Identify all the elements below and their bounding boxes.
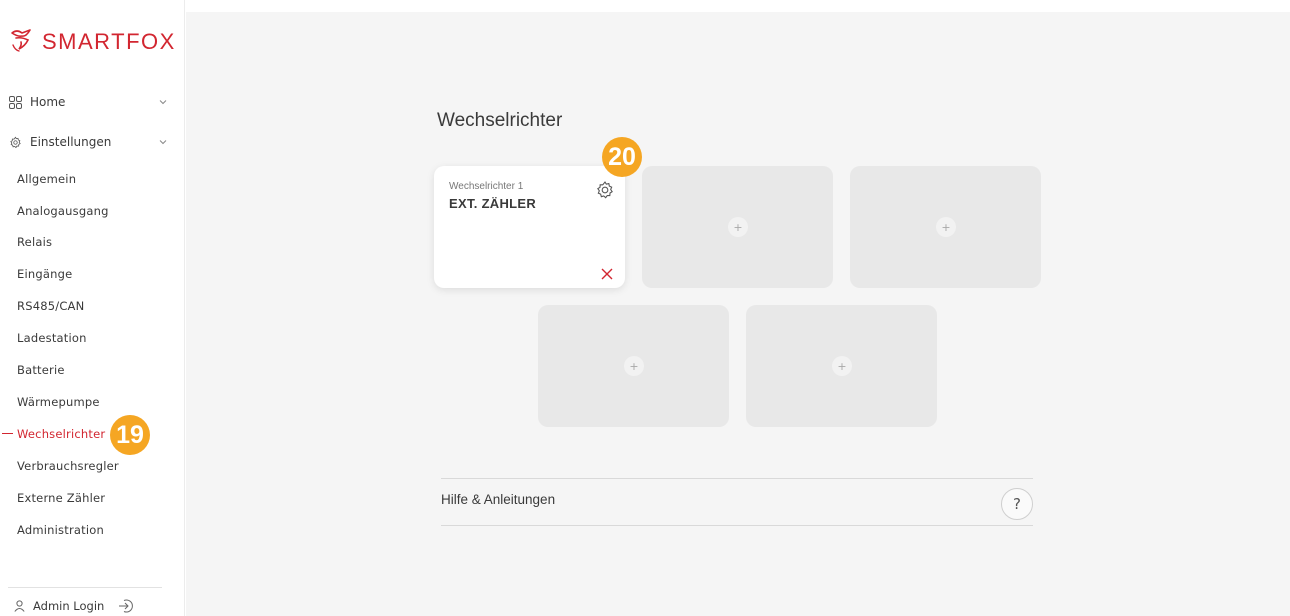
add-inverter-card[interactable]: +: [538, 305, 729, 427]
plus-icon: +: [728, 217, 748, 237]
sidebar: SMARTFOX Home Einstellungen Allgemein An…: [0, 0, 185, 616]
card-device-name: EXT. ZÄHLER: [449, 196, 537, 211]
sidebar-item-administration[interactable]: Administration: [17, 521, 104, 539]
chevron-down-icon: [158, 136, 168, 146]
inverter-card-1[interactable]: Wechselrichter 1 EXT. ZÄHLER: [434, 166, 625, 288]
nav-settings[interactable]: Einstellungen: [8, 129, 170, 155]
delete-close-icon[interactable]: [601, 265, 613, 280]
brand-name: SMARTFOX: [42, 29, 176, 54]
plus-icon: +: [832, 356, 852, 376]
step-badge-20: 20: [602, 137, 642, 177]
sidebar-item-allgemein[interactable]: Allgemein: [17, 170, 76, 188]
grid-icon: [8, 95, 22, 109]
card-subtitle: Wechselrichter 1: [449, 181, 524, 192]
nav-home[interactable]: Home: [8, 89, 170, 115]
sidebar-item-wechselrichter[interactable]: Wechselrichter: [17, 425, 105, 443]
plus-icon: +: [936, 217, 956, 237]
login-icon[interactable]: [118, 598, 134, 614]
sidebar-item-relais[interactable]: Relais: [17, 233, 52, 251]
page-title: Wechselrichter: [437, 110, 563, 131]
sidebar-item-analogausgang[interactable]: Analogausgang: [17, 202, 109, 220]
user-icon: [14, 600, 25, 612]
nav-home-label: Home: [30, 95, 66, 109]
plus-icon: +: [624, 356, 644, 376]
fox-logo-icon: [8, 27, 36, 57]
sidebar-item-rs485-can[interactable]: RS485/CAN: [17, 297, 84, 315]
sidebar-item-ladestation[interactable]: Ladestation: [17, 329, 87, 347]
help-label[interactable]: Hilfe & Anleitungen: [441, 492, 555, 507]
help-divider-bottom: [441, 525, 1033, 526]
chevron-down-icon: [158, 96, 168, 106]
brand-logo[interactable]: SMARTFOX: [8, 24, 176, 60]
add-inverter-card[interactable]: +: [746, 305, 937, 427]
sidebar-item-waermepumpe[interactable]: Wärmepumpe: [17, 393, 100, 411]
nav-settings-label: Einstellungen: [30, 135, 112, 149]
gear-icon: [8, 135, 22, 149]
admin-login-label: Admin Login: [33, 599, 105, 613]
sidebar-divider: [8, 587, 162, 588]
add-inverter-card[interactable]: +: [850, 166, 1041, 288]
sidebar-item-externe-zaehler[interactable]: Externe Zähler: [17, 489, 105, 507]
sidebar-item-eingaenge[interactable]: Eingänge: [17, 265, 72, 283]
active-indicator: [2, 433, 13, 434]
step-badge-19: 19: [110, 415, 150, 455]
help-question-icon[interactable]: ?: [1001, 488, 1033, 520]
help-divider-top: [441, 478, 1033, 479]
sidebar-item-batterie[interactable]: Batterie: [17, 361, 65, 379]
settings-gear-icon[interactable]: [595, 180, 615, 200]
add-inverter-card[interactable]: +: [642, 166, 833, 288]
sidebar-item-verbrauchsregler[interactable]: Verbrauchsregler: [17, 457, 119, 475]
admin-login[interactable]: Admin Login: [14, 598, 134, 614]
